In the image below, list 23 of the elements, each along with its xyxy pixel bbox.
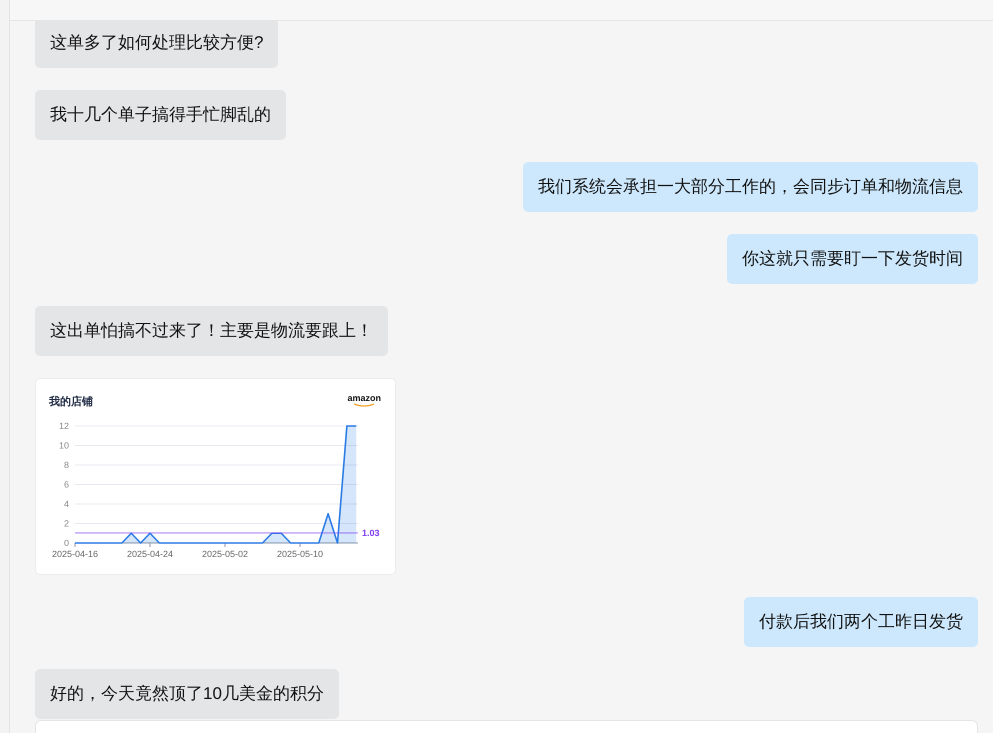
reference-label: 1.03 (362, 528, 380, 538)
y-tick-label: 10 (58, 440, 69, 450)
y-tick-label: 8 (64, 460, 69, 470)
y-tick-label: 2 (64, 518, 69, 528)
message-input-field[interactable] (35, 720, 978, 733)
message-bubble: 我十几个单子搞得手忙脚乱的 (35, 90, 286, 140)
y-tick-label: 6 (64, 480, 69, 490)
message-bubble: 付款后我们两个工昨日发货 (744, 597, 978, 647)
y-tick-label: 12 (58, 421, 69, 431)
message-bubble: 这出单怕搞不过来了！主要是物流要跟上！ (35, 306, 388, 356)
x-tick-label: 2025-05-10 (276, 549, 324, 559)
x-tick-label: 2025-05-02 (202, 549, 248, 559)
y-tick-label: 4 (64, 499, 69, 509)
x-tick-label: 2025-04-16 (52, 549, 98, 559)
message-bubble: 你这就只需要盯一下发货时间 (727, 234, 978, 284)
y-tick-label: 0 (64, 538, 69, 548)
brand-logo: amazon (347, 393, 381, 403)
chart-title: 我的店铺 (49, 394, 93, 410)
message-bubble: 我们系统会承担一大部分工作的，会同步订单和物流信息 (523, 162, 978, 212)
message-bubble: 好的，今天竟然顶了10几美金的积分 (35, 669, 339, 719)
smile-icon (352, 403, 376, 408)
message-bubble: 这单多了如何处理比较方便? (35, 18, 278, 68)
x-tick-label: 2025-04-24 (126, 549, 174, 559)
